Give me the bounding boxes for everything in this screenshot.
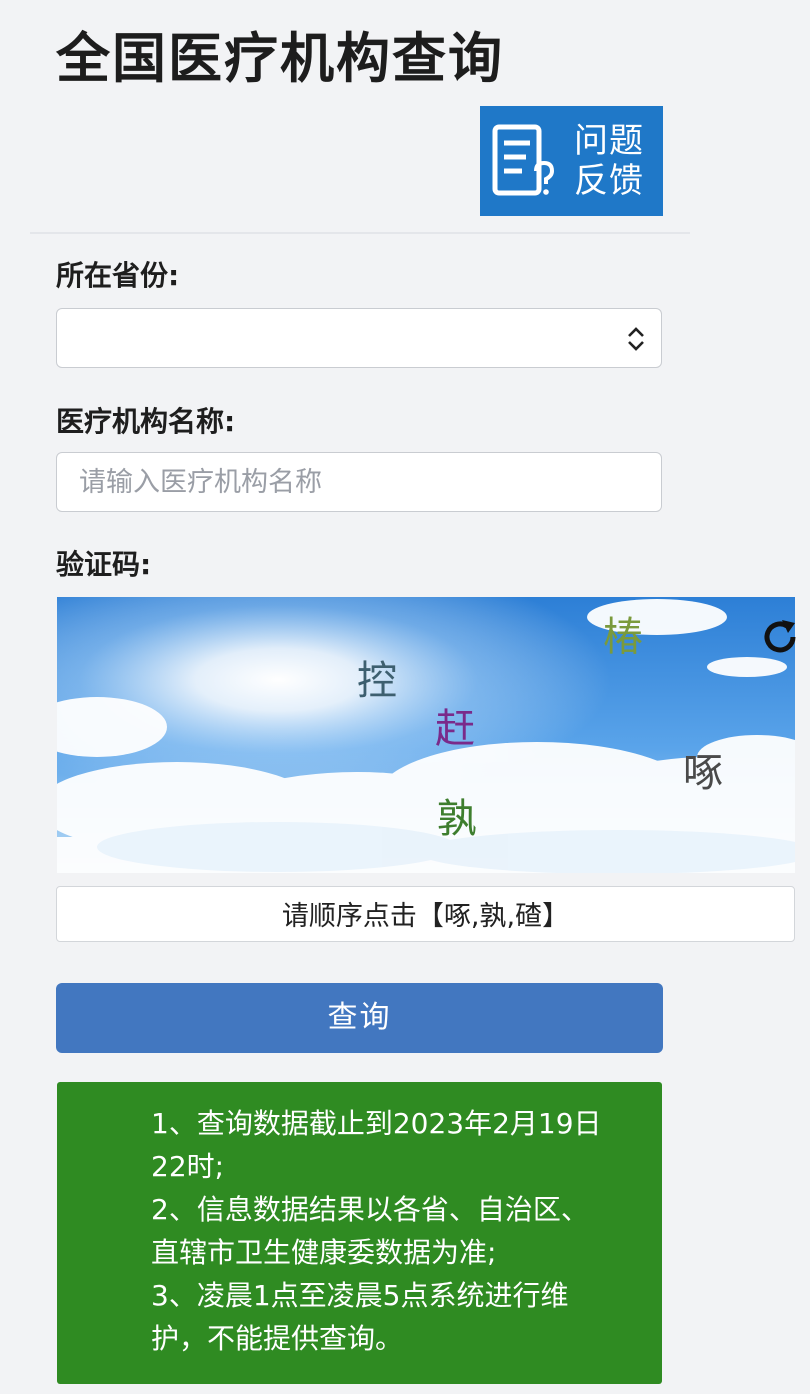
feedback-label-line2: 反馈 <box>574 161 644 201</box>
captcha-char[interactable]: 赶 <box>435 709 475 749</box>
captcha-image[interactable]: 椿 控 赶 啄 孰 <box>57 597 795 873</box>
institution-name-label: 医疗机构名称: <box>56 405 236 438</box>
feedback-label: 问题 反馈 <box>574 121 646 201</box>
refresh-icon[interactable] <box>760 617 800 657</box>
notice-box: 1、查询数据截止到2023年2月19日 22时; 2、信息数据结果以各省、自治区… <box>57 1082 662 1384</box>
feedback-label-line1: 问题 <box>574 121 644 161</box>
captcha-label: 验证码: <box>56 548 152 581</box>
captcha-char[interactable]: 孰 <box>437 799 477 839</box>
captcha-char[interactable]: 啄 <box>683 753 723 793</box>
notice-line: 直辖市卫生健康委数据为准; <box>151 1236 497 1269</box>
feedback-button[interactable]: 问题 反馈 <box>480 106 663 216</box>
captcha-char[interactable]: 控 <box>357 661 397 701</box>
notice-line: 22时; <box>151 1150 225 1183</box>
page-title: 全国医疗机构查询 <box>56 27 504 90</box>
captcha-sky-background <box>57 597 795 873</box>
province-select[interactable] <box>56 308 662 368</box>
header-divider <box>30 232 690 234</box>
feedback-document-icon <box>492 124 554 196</box>
notice-line: 1、查询数据截止到2023年2月19日 <box>151 1107 602 1140</box>
notice-line: 3、凌晨1点至凌晨5点系统进行维 <box>151 1279 569 1312</box>
captcha-char[interactable]: 椿 <box>603 617 643 657</box>
notice-line: 2、信息数据结果以各省、自治区、 <box>151 1193 589 1226</box>
institution-name-input[interactable] <box>56 452 662 512</box>
captcha-instruction: 请顺序点击【啄,孰,碴】 <box>56 886 795 942</box>
province-label: 所在省份: <box>56 259 180 292</box>
notice-line: 护，不能提供查询。 <box>151 1322 404 1355</box>
query-button[interactable]: 查询 <box>56 983 663 1053</box>
chevron-up-down-icon <box>628 327 644 351</box>
